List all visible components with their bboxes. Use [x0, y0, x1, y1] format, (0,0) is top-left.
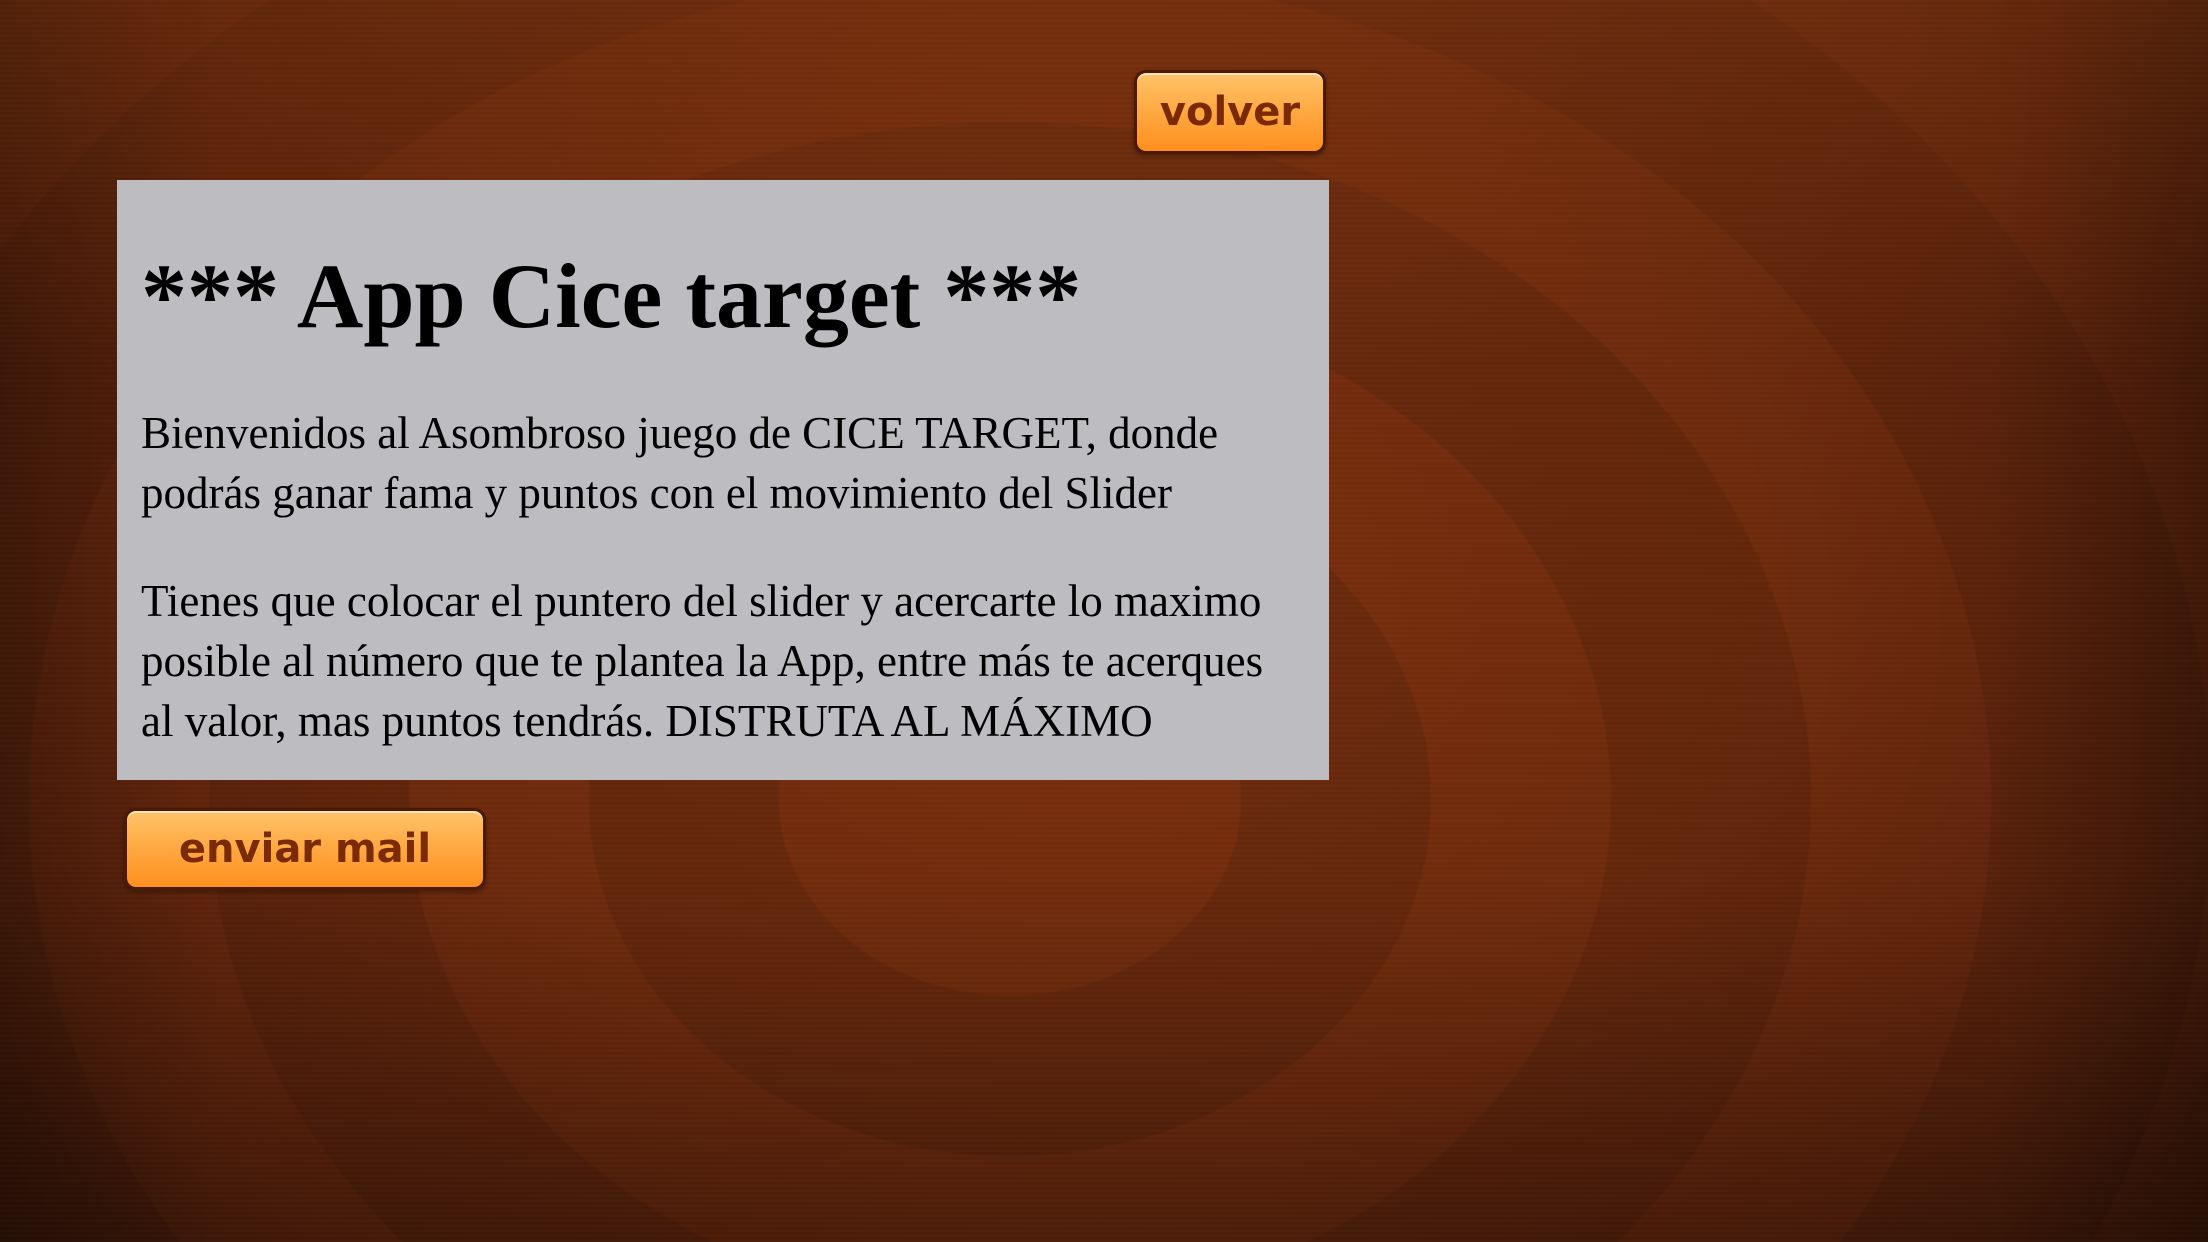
info-webview[interactable]: *** App Cice target *** Bienvenidos al A…	[117, 180, 1329, 780]
instructions-paragraph: Tienes que colocar el puntero del slider…	[141, 576, 1264, 747]
welcome-paragraph: Bienvenidos al Asombroso juego de CICE T…	[141, 408, 1219, 519]
send-mail-button[interactable]: enviar mail	[124, 808, 486, 890]
back-button[interactable]: volver	[1134, 70, 1326, 154]
page-title: *** App Cice target ***	[141, 245, 1082, 347]
